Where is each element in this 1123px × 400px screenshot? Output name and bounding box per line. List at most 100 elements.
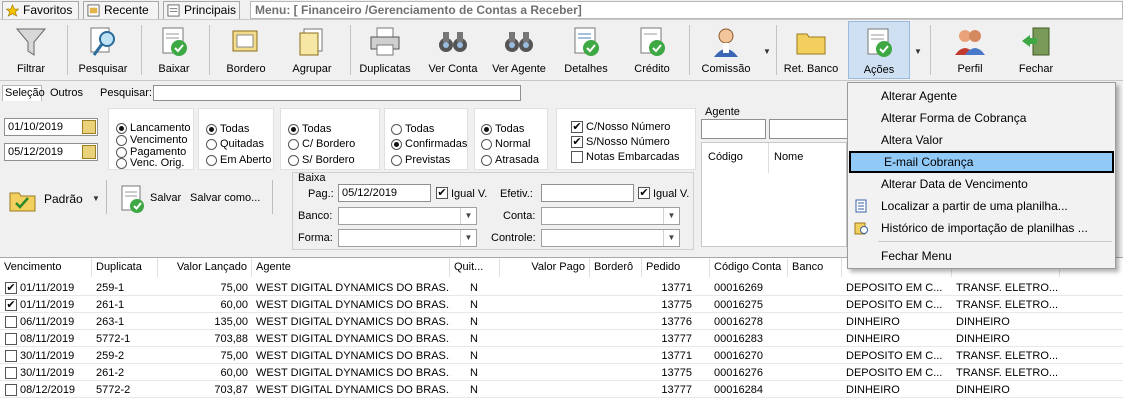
- menu-item-alterar-data-vencimento[interactable]: Alterar Data de Vencimento: [848, 173, 1115, 195]
- radio-quitadas[interactable]: [206, 139, 217, 150]
- radio-em-aberto[interactable]: [206, 155, 217, 166]
- radio-bordero-todas[interactable]: [288, 124, 299, 135]
- group-icon: [299, 28, 323, 56]
- conta-select[interactable]: ▼: [541, 207, 680, 225]
- check-notas-embarcadas[interactable]: [571, 151, 583, 163]
- cell-pedido: 13777: [661, 384, 692, 396]
- cell-bordero: [590, 314, 642, 330]
- col-vencimento[interactable]: Vencimento: [0, 258, 92, 277]
- check-s-nosso-numero[interactable]: ✔: [571, 136, 583, 148]
- ver-conta-button[interactable]: Ver Conta: [422, 21, 484, 79]
- bordero-button[interactable]: Bordero: [216, 21, 276, 79]
- tab-outros[interactable]: Outros: [50, 87, 83, 99]
- acoes-dropdown-icon[interactable]: ▼: [914, 47, 922, 56]
- radio-venc-orig[interactable]: [116, 158, 127, 169]
- radio-late-todas[interactable]: [481, 124, 492, 135]
- padrao-button[interactable]: [8, 185, 38, 215]
- menu-item-label: Histórico de importação de planilhas ...: [881, 221, 1088, 235]
- col-valor-pago[interactable]: Valor Pago: [500, 258, 590, 277]
- date-from-field[interactable]: 01/10/2019: [4, 118, 98, 136]
- perfil-button[interactable]: Perfil: [940, 21, 1000, 79]
- banco-select[interactable]: ▼: [338, 207, 477, 225]
- salvar-label[interactable]: Salvar: [150, 192, 181, 204]
- radio-atrasada[interactable]: [481, 155, 492, 166]
- detalhes-button[interactable]: Detalhes: [556, 21, 616, 79]
- cell-pago: [500, 348, 590, 364]
- table-row[interactable]: ✔ 01/11/2019 259-1 75,00 WEST DIGITAL DYNAMI…: [0, 280, 1123, 296]
- radio-normal[interactable]: [481, 139, 492, 150]
- radio-status-todas[interactable]: [206, 124, 217, 135]
- salvar-button[interactable]: [118, 184, 146, 214]
- fechar-button[interactable]: Fechar: [1006, 21, 1066, 79]
- agente-code-input[interactable]: [701, 119, 766, 139]
- menu-item-email-cobranca[interactable]: E-mail Cobrança: [849, 151, 1114, 173]
- agente-name-input[interactable]: [769, 119, 847, 139]
- radio-confirmadas[interactable]: [391, 139, 402, 150]
- agrupar-button[interactable]: Agrupar: [282, 21, 342, 79]
- menu-item-altera-valor[interactable]: Altera Valor: [848, 129, 1115, 151]
- pesquisar-button[interactable]: Pesquisar: [74, 21, 132, 79]
- cell-agente: WEST DIGITAL DYNAMICS DO BRAS...: [256, 367, 450, 379]
- radio-vencimento[interactable]: [116, 135, 127, 146]
- comissao-dropdown-icon[interactable]: ▼: [763, 47, 771, 56]
- col-pedido[interactable]: Pedido: [642, 258, 710, 277]
- check-c-nosso-numero[interactable]: ✔: [571, 121, 583, 133]
- calendar-icon[interactable]: [82, 145, 96, 159]
- contas-grid[interactable]: Vencimento Duplicata Valor Lançado Agent…: [0, 257, 1123, 400]
- search-input[interactable]: [153, 85, 521, 101]
- binoculars-icon: [439, 32, 467, 52]
- agente-list[interactable]: Código Nome: [701, 142, 847, 247]
- controle-select[interactable]: ▼: [541, 229, 680, 247]
- comissao-button[interactable]: Comissão: [694, 21, 758, 79]
- menu-item-historico-importacao[interactable]: Histórico de importação de planilhas ...: [848, 217, 1115, 239]
- radio-s-bordero[interactable]: [288, 155, 299, 166]
- baixar-button[interactable]: Baixar: [146, 21, 202, 79]
- radio-previstas[interactable]: [391, 155, 402, 166]
- table-row[interactable]: 30/11/2019 259-2 75,00 WEST DIGITAL DYNAMIC…: [0, 348, 1123, 364]
- tab-recente[interactable]: Recente: [83, 1, 159, 19]
- funnel-icon: [15, 28, 47, 56]
- cell-pedido: 13777: [661, 333, 692, 345]
- forma-select[interactable]: ▼: [338, 229, 477, 247]
- date-to-field[interactable]: 05/12/2019: [4, 143, 98, 161]
- col-quitada[interactable]: Quit...: [450, 258, 500, 277]
- salvar-como-button[interactable]: Salvar como...: [190, 192, 260, 204]
- radio-lancamento-label: Lancamento: [130, 122, 191, 134]
- check-igual-v-efetiv[interactable]: ✔: [638, 187, 650, 199]
- radio-pagamento[interactable]: [116, 147, 127, 158]
- ret-banco-button[interactable]: Ret. Banco: [780, 21, 842, 79]
- menu-item-localizar-planilha[interactable]: Localizar a partir de uma planilha...: [848, 195, 1115, 217]
- tab-favoritos[interactable]: Favoritos: [2, 1, 79, 19]
- acoes-button[interactable]: Ações: [848, 21, 910, 79]
- menu-item-alterar-forma-cobranca[interactable]: Alterar Forma de Cobrança: [848, 107, 1115, 129]
- radio-confirm-todas[interactable]: [391, 124, 402, 135]
- tab-selecao[interactable]: Seleção: [2, 85, 45, 101]
- radio-c-bordero[interactable]: [288, 139, 299, 150]
- col-agente[interactable]: Agente: [252, 258, 450, 277]
- check-igual-v-pag[interactable]: ✔: [436, 187, 448, 199]
- calendar-icon[interactable]: [82, 120, 96, 134]
- col-valor-lancado[interactable]: Valor Lançado: [158, 258, 252, 277]
- padrao-dropdown-icon[interactable]: ▼: [92, 194, 100, 203]
- filtrar-button[interactable]: Filtrar: [2, 21, 60, 79]
- table-row[interactable]: 06/11/2019 263-1 135,00 WEST DIGITAL DYNAMI…: [0, 314, 1123, 330]
- col-bordero[interactable]: Borderô: [590, 258, 642, 277]
- efetiv-date-input[interactable]: [541, 184, 634, 202]
- spreadsheet-icon: [855, 199, 867, 213]
- credito-button[interactable]: Crédito: [622, 21, 682, 79]
- tab-principais[interactable]: Principais: [163, 1, 240, 19]
- radio-lancamento[interactable]: [116, 123, 127, 134]
- table-row[interactable]: 08/11/2019 5772-1 703,88 WEST DIGITAL DYNAM…: [0, 331, 1123, 347]
- menu-item-fechar-menu[interactable]: Fechar Menu: [848, 245, 1115, 267]
- table-row[interactable]: ✔ 01/11/2019 261-1 60,00 WEST DIGITAL DYNAMI…: [0, 297, 1123, 313]
- col-duplicata[interactable]: Duplicata: [92, 258, 158, 277]
- pag-date-input[interactable]: 05/12/2019: [338, 184, 431, 202]
- table-row[interactable]: 30/11/2019 261-2 60,00 WEST DIGITAL DYNAMIC…: [0, 365, 1123, 381]
- ver-agente-button[interactable]: Ver Agente: [488, 21, 550, 79]
- menu-item-alterar-agente[interactable]: Alterar Agente: [848, 85, 1115, 107]
- cell-quit: N: [470, 316, 478, 328]
- table-row[interactable]: 08/12/2019 5772-2 703,87 WEST DIGITAL DYNAM…: [0, 382, 1123, 398]
- col-banco[interactable]: Banco: [788, 258, 842, 277]
- col-codigo-conta[interactable]: Código Conta: [710, 258, 788, 277]
- duplicatas-button[interactable]: Duplicatas: [355, 21, 415, 79]
